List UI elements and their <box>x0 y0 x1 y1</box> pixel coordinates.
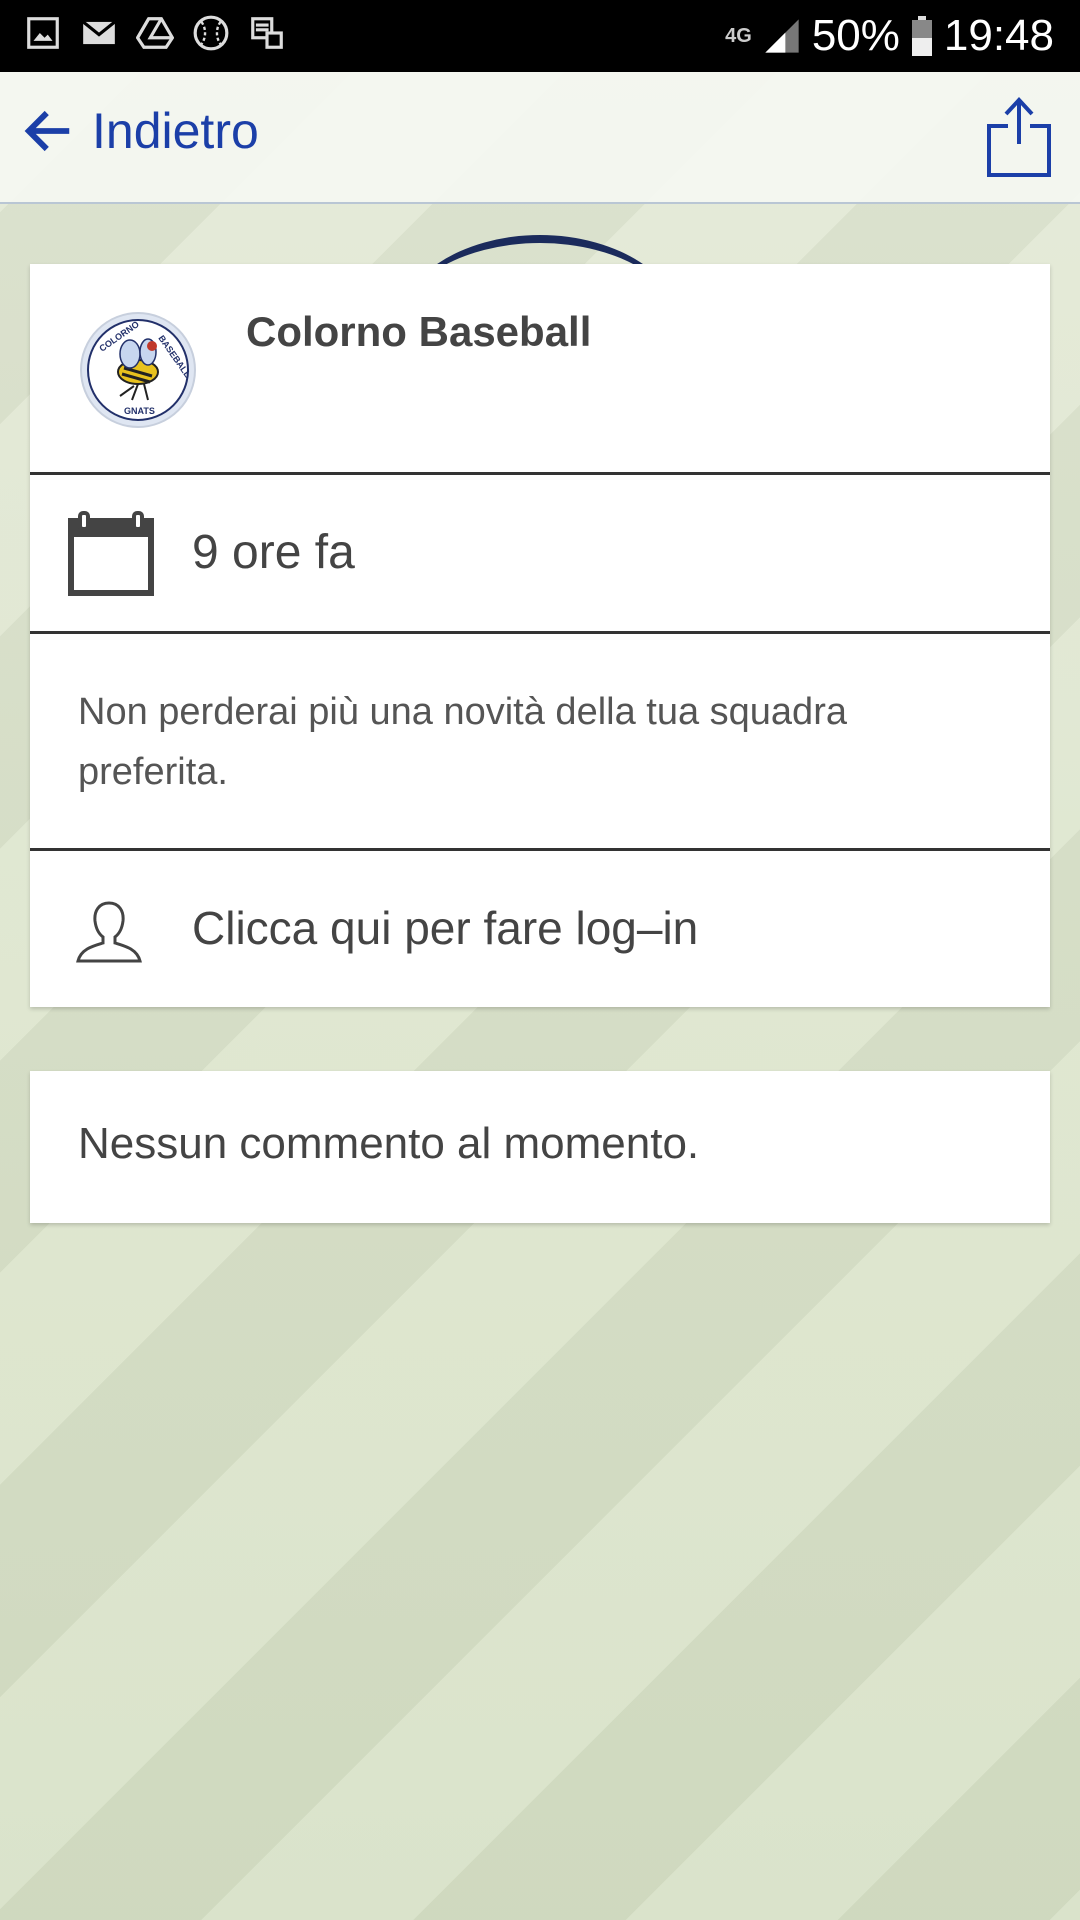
post-message: Non perderai più una novità della tua sq… <box>78 691 847 793</box>
back-button[interactable]: Indietro <box>22 102 259 160</box>
share-icon[interactable] <box>986 96 1052 178</box>
post-time-ago: 9 ore fa <box>192 526 355 579</box>
post-message-row: Non perderai più una novità della tua sq… <box>30 634 1050 851</box>
mail-icon <box>82 20 116 45</box>
login-link[interactable]: Clicca qui per fare log–in <box>192 901 698 955</box>
post-card: COLORNO BASEBALL GNATS Colorno Baseball … <box>30 264 1050 1007</box>
battery-percent: 50% <box>811 11 900 60</box>
logo-text-bottom: GNATS <box>124 406 155 416</box>
status-bar: 4G 50% 19:48 <box>0 0 1080 72</box>
sync-icon <box>251 17 283 49</box>
login-row[interactable]: Clicca qui per fare log–in <box>30 851 1050 1007</box>
status-indicators: 4G 50% 19:48 <box>725 0 1054 72</box>
no-comments-text: Nessun commento al momento. <box>78 1119 700 1168</box>
drive-icon <box>136 17 174 49</box>
back-arrow-icon <box>24 110 70 152</box>
navigation-bar: Indietro <box>0 72 1080 204</box>
calendar-icon <box>68 511 154 596</box>
team-logo: COLORNO BASEBALL GNATS <box>80 312 196 428</box>
baseball-icon <box>193 15 229 51</box>
network-type: 4G <box>725 25 752 47</box>
user-icon <box>76 901 142 963</box>
team-name: Colorno Baseball <box>246 308 592 355</box>
clock: 19:48 <box>943 11 1054 60</box>
post-header: COLORNO BASEBALL GNATS Colorno Baseball <box>30 264 1050 475</box>
post-date-row: 9 ore fa <box>30 475 1050 634</box>
comments-card: Nessun commento al momento. <box>30 1071 1050 1223</box>
back-label: Indietro <box>92 103 259 159</box>
notification-icons <box>24 14 286 52</box>
battery-icon <box>911 16 932 56</box>
gallery-icon <box>27 17 59 49</box>
signal-icon <box>765 19 799 53</box>
